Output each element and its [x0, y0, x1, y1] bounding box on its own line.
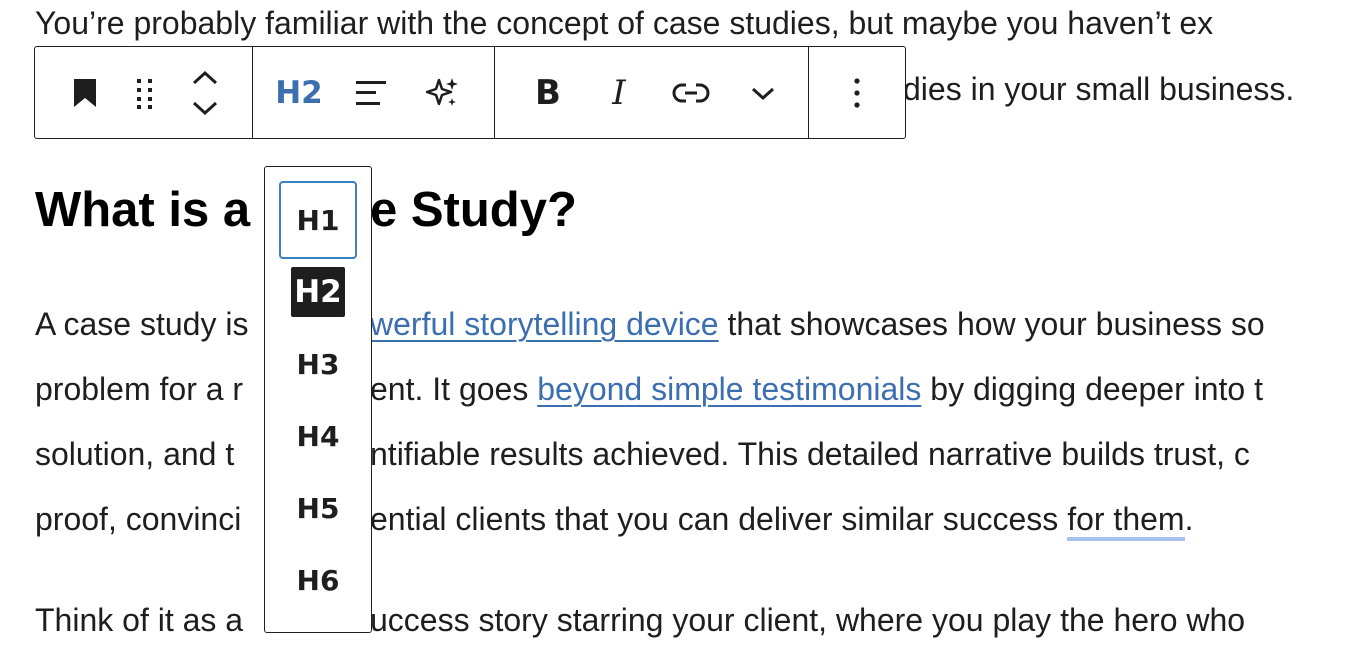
paragraph-line[interactable]: ntifiable results achieved. This detaile… [370, 434, 1250, 474]
paragraph-text: . [1184, 501, 1194, 537]
link-button[interactable] [655, 47, 727, 138]
paragraph-text: Think of it as a [35, 602, 244, 638]
heading-option-label-selected: H2 [291, 267, 345, 317]
testimonials-link[interactable]: beyond simple testimonials [537, 371, 921, 407]
ai-assist-button[interactable] [413, 47, 473, 138]
paragraph-text: by digging deeper into t [921, 371, 1263, 407]
grammar-suggestion[interactable]: for them [1067, 501, 1185, 541]
paragraph-text: proof, convinci [35, 501, 242, 537]
paragraph-text: ential clients that you can deliver simi… [370, 501, 1068, 537]
heading-block[interactable]: What is a [35, 180, 250, 240]
paragraph-line[interactable]: ent. It goes beyond simple testimonials … [370, 369, 1263, 409]
paragraph-text: ntifiable results achieved. This detaile… [370, 436, 1250, 472]
block-toolbar: H2 B I [34, 46, 906, 139]
bold-label: B [535, 72, 561, 113]
heading-block-tail[interactable]: e Study? [370, 180, 577, 240]
paragraph-line[interactable]: problem for a r [35, 369, 243, 409]
paragraph-line[interactable]: solution, and t [35, 434, 234, 474]
heading-option-h4[interactable]: H4 [279, 397, 357, 475]
paragraph-text: uccess story starring your client, where… [370, 602, 1246, 638]
paragraph-line[interactable]: A case study is [35, 304, 248, 344]
heading-text-right: e Study? [370, 183, 577, 237]
heading-level-dropdown: H1 H2 H3 H4 H5 H6 [264, 166, 372, 633]
heading-level-label: H2 [275, 74, 323, 111]
chevron-down-icon [750, 85, 776, 101]
paragraph-line[interactable]: werful storytelling device that showcase… [370, 304, 1265, 344]
paragraph-text: ent. It goes [370, 371, 538, 407]
bold-button[interactable]: B [513, 47, 583, 138]
paragraph-text: that showcases how your business so [718, 306, 1265, 342]
drag-handle-icon [134, 77, 156, 109]
toolbar-group-format: B I [495, 47, 809, 138]
heading-text-left: What is a [35, 183, 251, 237]
paragraph-text: A case study is [35, 306, 249, 342]
heading-option-label: H6 [296, 563, 340, 597]
paragraph-line[interactable]: Think of it as a [35, 600, 243, 640]
paragraph-text: solution, and t [35, 436, 235, 472]
paragraph-line[interactable]: dies in your small business. [903, 69, 1294, 109]
link-icon [672, 80, 710, 106]
options-button[interactable] [827, 47, 887, 138]
italic-label: I [612, 72, 626, 113]
chevron-up-down-icon [191, 69, 219, 117]
paragraph-text: You’re probably familiar with the concep… [35, 5, 1214, 41]
storytelling-link[interactable]: werful storytelling device [370, 306, 719, 342]
paragraph-line[interactable]: ential clients that you can deliver simi… [370, 499, 1194, 541]
heading-option-label: H1 [296, 203, 340, 237]
paragraph-text: dies in your small business. [903, 71, 1295, 107]
block-type-button[interactable] [55, 47, 115, 138]
move-up-down-button[interactable] [175, 47, 235, 138]
bookmark-icon [72, 78, 98, 108]
drag-handle-button[interactable] [115, 47, 175, 138]
more-formatting-button[interactable] [727, 47, 799, 138]
paragraph-line[interactable]: You’re probably familiar with the concep… [35, 3, 1213, 43]
heading-option-h6[interactable]: H6 [279, 541, 357, 619]
heading-option-h5[interactable]: H5 [279, 469, 357, 547]
paragraph-line[interactable]: uccess story starring your client, where… [370, 600, 1245, 640]
toolbar-group-block [35, 47, 253, 138]
paragraph-text: problem for a r [35, 371, 244, 407]
heading-option-h2[interactable]: H2 [279, 253, 357, 331]
align-left-icon [354, 78, 388, 108]
heading-option-label: H3 [296, 347, 340, 381]
paragraph-line[interactable]: proof, convinci [35, 499, 241, 539]
heading-level-button[interactable]: H2 [269, 47, 329, 138]
heading-option-h3[interactable]: H3 [279, 325, 357, 403]
heading-option-h1[interactable]: H1 [279, 181, 357, 259]
heading-option-label: H5 [296, 491, 340, 525]
more-vertical-icon [853, 77, 861, 109]
align-button[interactable] [329, 47, 413, 138]
italic-button[interactable]: I [583, 47, 655, 138]
heading-option-label: H4 [296, 419, 340, 453]
toolbar-group-heading: H2 [253, 47, 495, 138]
toolbar-group-options [809, 47, 905, 138]
sparkles-icon [426, 76, 460, 110]
